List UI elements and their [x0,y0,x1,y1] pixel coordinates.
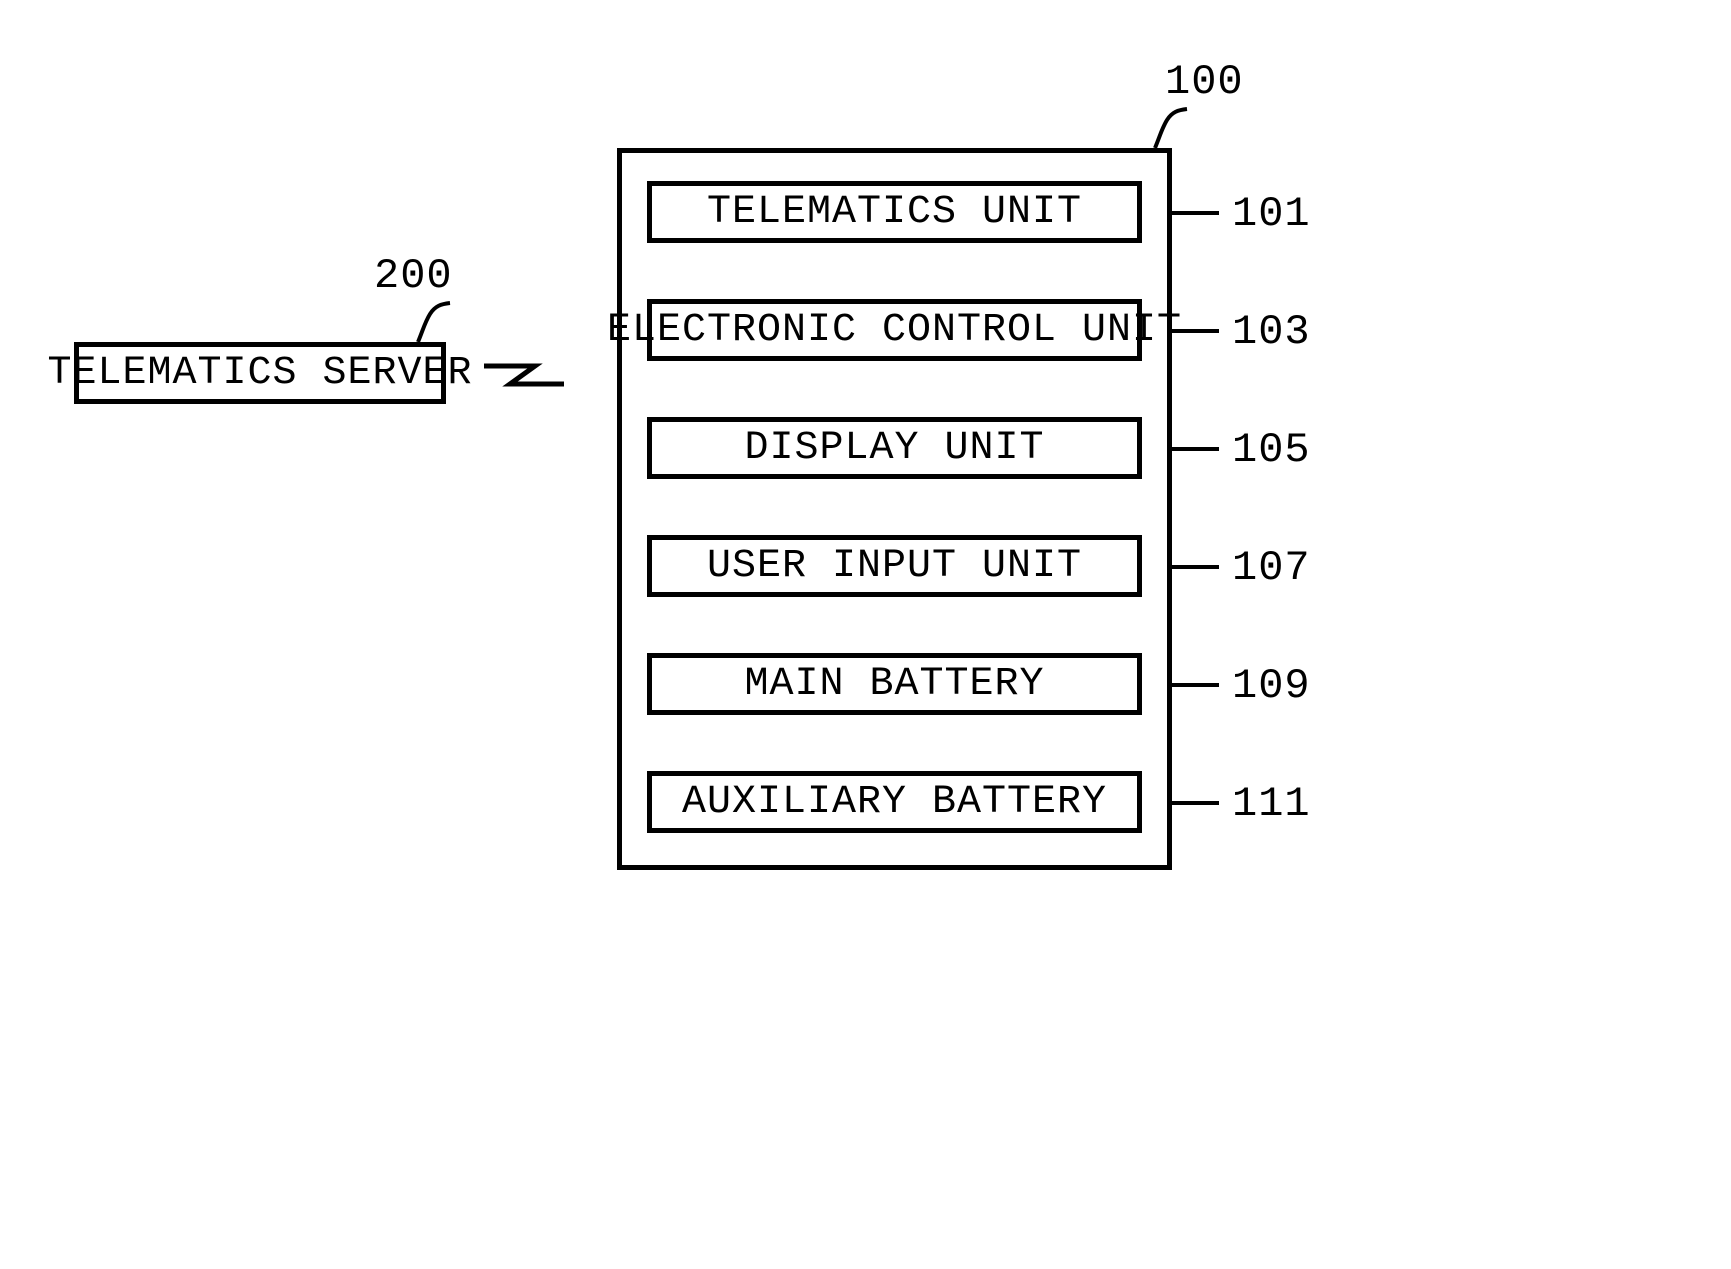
unit-ecu-ref: 103 [1232,308,1311,356]
diagram-canvas: TELEMATICS SERVER 200 100 TELEMATICS UNI… [0,0,1731,1269]
unit-ecu-leader [1167,308,1237,354]
telematics-server-box: TELEMATICS SERVER [74,342,446,404]
unit-telematics-ref: 101 [1232,190,1311,238]
unit-main-battery-label: MAIN BATTERY [744,662,1044,707]
unit-input: USER INPUT UNIT [647,535,1142,597]
unit-aux-battery-leader [1167,780,1237,826]
unit-ecu-label: ELECTRONIC CONTROL UNIT [607,308,1182,353]
telematics-server-label: TELEMATICS SERVER [47,351,472,396]
unit-aux-battery-ref: 111 [1232,780,1311,828]
vehicle-container [617,148,1172,870]
wireless-icon [480,348,570,398]
unit-telematics-label: TELEMATICS UNIT [707,190,1082,235]
unit-main-battery-ref: 109 [1232,662,1311,710]
unit-ecu: ELECTRONIC CONTROL UNIT [647,299,1142,361]
unit-display-label: DISPLAY UNIT [744,426,1044,471]
unit-aux-battery-label: AUXILIARY BATTERY [682,780,1107,825]
unit-aux-battery: AUXILIARY BATTERY [647,771,1142,833]
unit-display: DISPLAY UNIT [647,417,1142,479]
unit-input-ref: 107 [1232,544,1311,592]
server-ref: 200 [374,252,453,300]
container-ref: 100 [1165,58,1244,106]
unit-telematics-leader [1167,190,1237,236]
unit-display-leader [1167,426,1237,472]
unit-telematics: TELEMATICS UNIT [647,181,1142,243]
unit-input-label: USER INPUT UNIT [707,544,1082,589]
unit-input-leader [1167,544,1237,590]
container-leader-tick [1142,106,1202,150]
unit-main-battery: MAIN BATTERY [647,653,1142,715]
unit-display-ref: 105 [1232,426,1311,474]
unit-main-battery-leader [1167,662,1237,708]
server-leader-tick [405,300,465,344]
